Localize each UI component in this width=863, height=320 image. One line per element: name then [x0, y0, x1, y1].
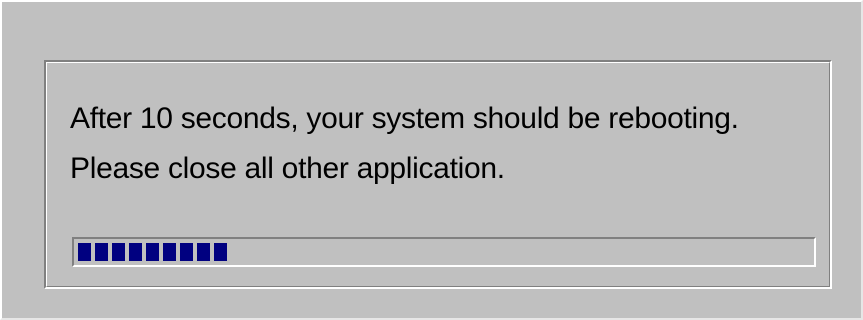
reboot-dialog: After 10 seconds, your system should be …	[0, 0, 863, 320]
message-group-box: After 10 seconds, your system should be …	[44, 60, 832, 289]
close-applications-text: Please close all other application.	[70, 152, 505, 185]
progress-track	[78, 243, 810, 261]
reboot-progress-bar	[72, 237, 816, 267]
reboot-message-text: After 10 seconds, your system should be …	[70, 102, 739, 135]
progress-fill	[78, 243, 227, 261]
